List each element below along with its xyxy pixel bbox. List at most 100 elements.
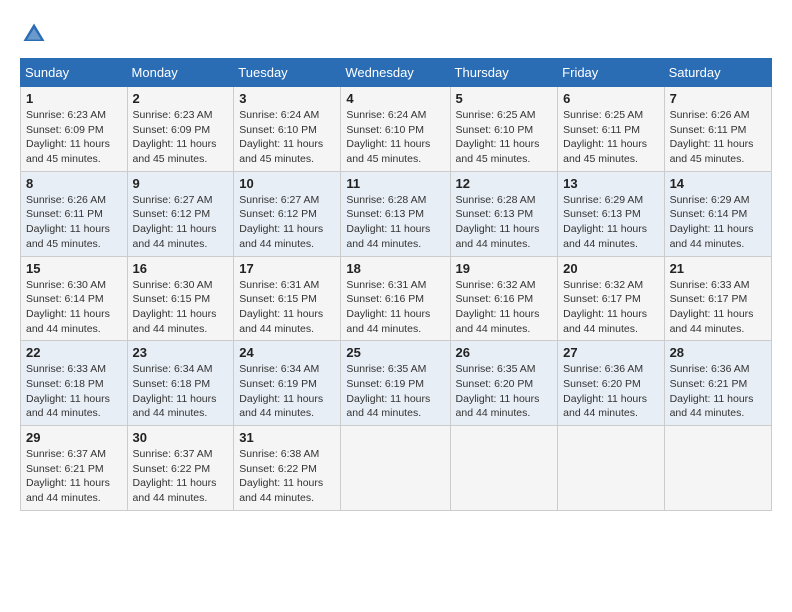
calendar-week-row: 15 Sunrise: 6:30 AMSunset: 6:14 PMDayligh… <box>21 256 772 341</box>
calendar-day-cell: 29 Sunrise: 6:37 AMSunset: 6:21 PMDayligh… <box>21 426 128 511</box>
calendar-day-cell: 20Sunrise: 6:32 AMSunset: 6:17 PMDayligh… <box>558 256 664 341</box>
calendar-day-cell: 18Sunrise: 6:31 AMSunset: 6:16 PMDayligh… <box>341 256 450 341</box>
calendar-day-cell: 11Sunrise: 6:28 AMSunset: 6:13 PMDayligh… <box>341 171 450 256</box>
day-info: Sunrise: 6:28 AMSunset: 6:13 PMDaylight:… <box>346 193 444 252</box>
day-number: 19 <box>456 261 553 276</box>
weekday-header-sunday: Sunday <box>21 59 128 87</box>
day-info: Sunrise: 6:30 AMSunset: 6:14 PMDaylight:… <box>26 278 122 337</box>
calendar-header-row: SundayMondayTuesdayWednesdayThursdayFrid… <box>21 59 772 87</box>
day-info: Sunrise: 6:35 AMSunset: 6:20 PMDaylight:… <box>456 362 553 421</box>
day-info: Sunrise: 6:37 AMSunset: 6:21 PMDaylight:… <box>26 447 122 506</box>
day-info: Sunrise: 6:25 AMSunset: 6:10 PMDaylight:… <box>456 108 553 167</box>
day-info: Sunrise: 6:29 AMSunset: 6:14 PMDaylight:… <box>670 193 766 252</box>
day-info: Sunrise: 6:36 AMSunset: 6:21 PMDaylight:… <box>670 362 766 421</box>
calendar-day-cell: 22 Sunrise: 6:33 AMSunset: 6:18 PMDayligh… <box>21 341 128 426</box>
calendar-day-cell: 6 Sunrise: 6:25 AMSunset: 6:11 PMDaylight… <box>558 87 664 172</box>
calendar-day-cell: 10 Sunrise: 6:27 AMSunset: 6:12 PMDayligh… <box>234 171 341 256</box>
day-number: 25 <box>346 345 444 360</box>
day-number: 6 <box>563 91 658 106</box>
day-number: 5 <box>456 91 553 106</box>
day-number: 24 <box>239 345 335 360</box>
day-info: Sunrise: 6:32 AMSunset: 6:16 PMDaylight:… <box>456 278 553 337</box>
calendar-day-cell: 23 Sunrise: 6:34 AMSunset: 6:18 PMDayligh… <box>127 341 234 426</box>
calendar-week-row: 29 Sunrise: 6:37 AMSunset: 6:21 PMDayligh… <box>21 426 772 511</box>
day-number: 10 <box>239 176 335 191</box>
day-info: Sunrise: 6:28 AMSunset: 6:13 PMDaylight:… <box>456 193 553 252</box>
calendar-day-cell: 12 Sunrise: 6:28 AMSunset: 6:13 PMDayligh… <box>450 171 558 256</box>
day-number: 22 <box>26 345 122 360</box>
day-number: 27 <box>563 345 658 360</box>
day-info: Sunrise: 6:26 AMSunset: 6:11 PMDaylight:… <box>26 193 122 252</box>
day-number: 4 <box>346 91 444 106</box>
calendar-table: SundayMondayTuesdayWednesdayThursdayFrid… <box>20 58 772 511</box>
day-number: 26 <box>456 345 553 360</box>
logo <box>20 20 54 48</box>
calendar-day-cell: 17 Sunrise: 6:31 AMSunset: 6:15 PMDayligh… <box>234 256 341 341</box>
day-number: 21 <box>670 261 766 276</box>
calendar-day-cell: 13Sunrise: 6:29 AMSunset: 6:13 PMDayligh… <box>558 171 664 256</box>
calendar-day-cell: 9 Sunrise: 6:27 AMSunset: 6:12 PMDaylight… <box>127 171 234 256</box>
day-number: 13 <box>563 176 658 191</box>
day-info: Sunrise: 6:38 AMSunset: 6:22 PMDaylight:… <box>239 447 335 506</box>
calendar-week-row: 8 Sunrise: 6:26 AMSunset: 6:11 PMDaylight… <box>21 171 772 256</box>
page-header <box>20 20 772 48</box>
day-info: Sunrise: 6:33 AMSunset: 6:18 PMDaylight:… <box>26 362 122 421</box>
day-info: Sunrise: 6:27 AMSunset: 6:12 PMDaylight:… <box>239 193 335 252</box>
calendar-day-cell: 16 Sunrise: 6:30 AMSunset: 6:15 PMDayligh… <box>127 256 234 341</box>
day-number: 12 <box>456 176 553 191</box>
day-info: Sunrise: 6:27 AMSunset: 6:12 PMDaylight:… <box>133 193 229 252</box>
day-number: 28 <box>670 345 766 360</box>
weekday-header-wednesday: Wednesday <box>341 59 450 87</box>
day-info: Sunrise: 6:31 AMSunset: 6:15 PMDaylight:… <box>239 278 335 337</box>
calendar-day-cell: 19 Sunrise: 6:32 AMSunset: 6:16 PMDayligh… <box>450 256 558 341</box>
day-info: Sunrise: 6:36 AMSunset: 6:20 PMDaylight:… <box>563 362 658 421</box>
day-info: Sunrise: 6:26 AMSunset: 6:11 PMDaylight:… <box>670 108 766 167</box>
day-number: 30 <box>133 430 229 445</box>
day-number: 3 <box>239 91 335 106</box>
day-info: Sunrise: 6:33 AMSunset: 6:17 PMDaylight:… <box>670 278 766 337</box>
day-number: 8 <box>26 176 122 191</box>
day-info: Sunrise: 6:34 AMSunset: 6:18 PMDaylight:… <box>133 362 229 421</box>
calendar-day-cell <box>450 426 558 511</box>
day-number: 17 <box>239 261 335 276</box>
weekday-header-saturday: Saturday <box>664 59 771 87</box>
day-number: 18 <box>346 261 444 276</box>
calendar-day-cell: 2 Sunrise: 6:23 AMSunset: 6:09 PMDaylight… <box>127 87 234 172</box>
day-number: 7 <box>670 91 766 106</box>
calendar-day-cell: 30 Sunrise: 6:37 AMSunset: 6:22 PMDayligh… <box>127 426 234 511</box>
weekday-header-thursday: Thursday <box>450 59 558 87</box>
day-info: Sunrise: 6:32 AMSunset: 6:17 PMDaylight:… <box>563 278 658 337</box>
day-info: Sunrise: 6:24 AMSunset: 6:10 PMDaylight:… <box>346 108 444 167</box>
calendar-day-cell: 24 Sunrise: 6:34 AMSunset: 6:19 PMDayligh… <box>234 341 341 426</box>
weekday-header-tuesday: Tuesday <box>234 59 341 87</box>
calendar-day-cell: 15 Sunrise: 6:30 AMSunset: 6:14 PMDayligh… <box>21 256 128 341</box>
day-number: 16 <box>133 261 229 276</box>
day-number: 14 <box>670 176 766 191</box>
calendar-day-cell: 25Sunrise: 6:35 AMSunset: 6:19 PMDayligh… <box>341 341 450 426</box>
calendar-day-cell: 26 Sunrise: 6:35 AMSunset: 6:20 PMDayligh… <box>450 341 558 426</box>
day-info: Sunrise: 6:24 AMSunset: 6:10 PMDaylight:… <box>239 108 335 167</box>
weekday-header-friday: Friday <box>558 59 664 87</box>
calendar-day-cell <box>341 426 450 511</box>
day-info: Sunrise: 6:34 AMSunset: 6:19 PMDaylight:… <box>239 362 335 421</box>
calendar-day-cell: 3 Sunrise: 6:24 AMSunset: 6:10 PMDaylight… <box>234 87 341 172</box>
calendar-day-cell: 1 Sunrise: 6:23 AMSunset: 6:09 PMDaylight… <box>21 87 128 172</box>
calendar-day-cell: 14 Sunrise: 6:29 AMSunset: 6:14 PMDayligh… <box>664 171 771 256</box>
calendar-day-cell: 27 Sunrise: 6:36 AMSunset: 6:20 PMDayligh… <box>558 341 664 426</box>
calendar-week-row: 1 Sunrise: 6:23 AMSunset: 6:09 PMDaylight… <box>21 87 772 172</box>
day-info: Sunrise: 6:30 AMSunset: 6:15 PMDaylight:… <box>133 278 229 337</box>
day-info: Sunrise: 6:23 AMSunset: 6:09 PMDaylight:… <box>133 108 229 167</box>
day-number: 29 <box>26 430 122 445</box>
day-number: 9 <box>133 176 229 191</box>
day-number: 2 <box>133 91 229 106</box>
calendar-day-cell: 28 Sunrise: 6:36 AMSunset: 6:21 PMDayligh… <box>664 341 771 426</box>
day-info: Sunrise: 6:23 AMSunset: 6:09 PMDaylight:… <box>26 108 122 167</box>
calendar-day-cell: 31Sunrise: 6:38 AMSunset: 6:22 PMDayligh… <box>234 426 341 511</box>
calendar-day-cell: 8 Sunrise: 6:26 AMSunset: 6:11 PMDaylight… <box>21 171 128 256</box>
day-number: 1 <box>26 91 122 106</box>
day-info: Sunrise: 6:25 AMSunset: 6:11 PMDaylight:… <box>563 108 658 167</box>
day-number: 15 <box>26 261 122 276</box>
day-number: 23 <box>133 345 229 360</box>
day-info: Sunrise: 6:37 AMSunset: 6:22 PMDaylight:… <box>133 447 229 506</box>
calendar-day-cell: 5 Sunrise: 6:25 AMSunset: 6:10 PMDaylight… <box>450 87 558 172</box>
